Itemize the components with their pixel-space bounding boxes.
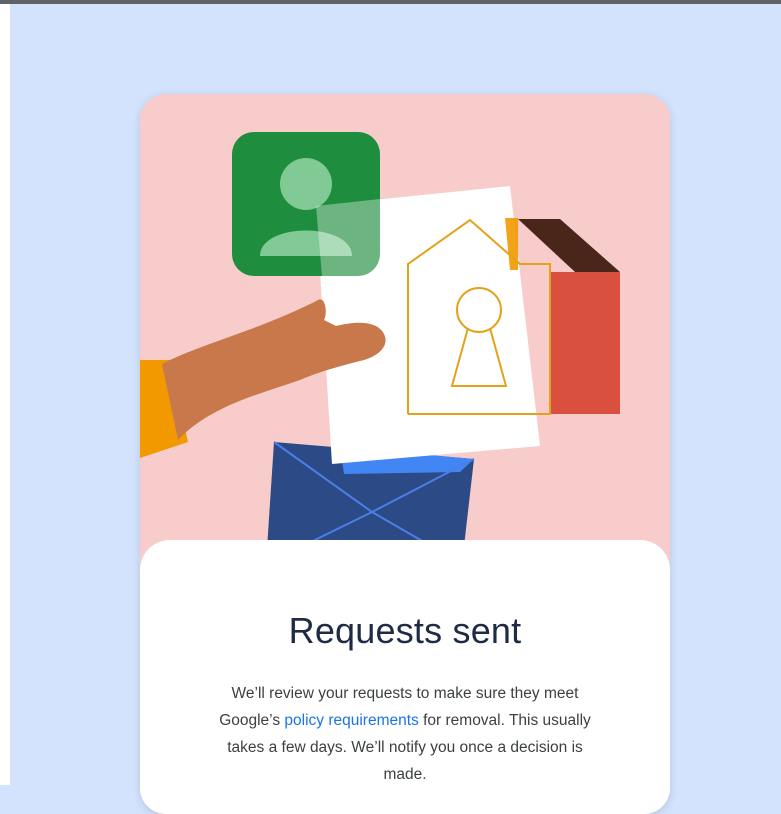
house-keyhole-icon xyxy=(518,219,620,414)
requests-sent-card: Requests sent We’ll review your requests… xyxy=(140,94,670,814)
person-avatar-icon xyxy=(232,132,380,276)
requests-illustration xyxy=(140,132,620,564)
left-gutter xyxy=(0,4,10,785)
confirmation-sheet: Requests sent We’ll review your requests… xyxy=(140,540,670,814)
dialog-body: We’ll review your requests to make sure … xyxy=(210,680,600,788)
dialog-title: Requests sent xyxy=(288,610,522,651)
policy-requirements-link[interactable]: policy requirements xyxy=(284,712,418,729)
window-top-bar xyxy=(0,0,781,4)
